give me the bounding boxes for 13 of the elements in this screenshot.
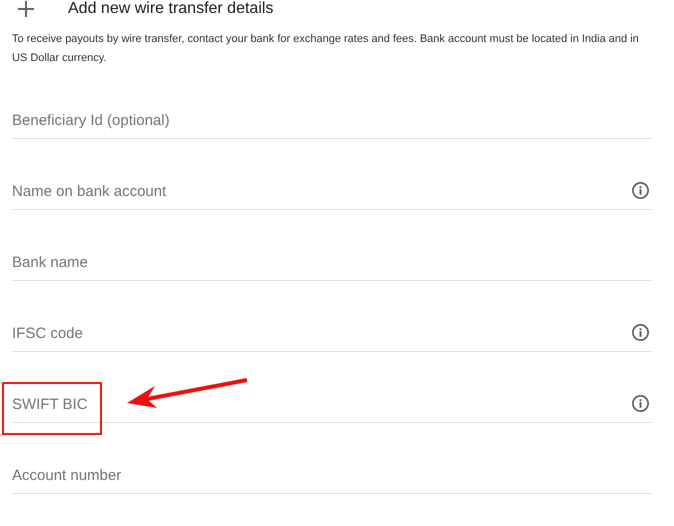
input-field[interactable]: Account number bbox=[12, 464, 652, 486]
info-icon[interactable] bbox=[631, 394, 650, 413]
arrow-icon bbox=[127, 377, 249, 409]
info-icon[interactable] bbox=[631, 181, 650, 200]
input-field[interactable]: Beneficiary Id (optional) bbox=[12, 109, 652, 131]
info-icon[interactable] bbox=[631, 323, 650, 342]
input-field[interactable]: SWIFT BIC bbox=[12, 393, 631, 415]
section-title[interactable]: Add new wire transfer details bbox=[68, 0, 274, 18]
description-text: To receive payouts by wire transfer, contact your bank for exchange rates and fees. Bank account must be located in India and in US Dollar currency. bbox=[12, 32, 640, 66]
input-field[interactable]: IFSC code bbox=[12, 322, 631, 344]
input-field[interactable]: Name on bank account bbox=[12, 180, 631, 202]
add-icon[interactable] bbox=[18, 1, 34, 17]
input-field[interactable]: Bank name bbox=[12, 251, 652, 273]
